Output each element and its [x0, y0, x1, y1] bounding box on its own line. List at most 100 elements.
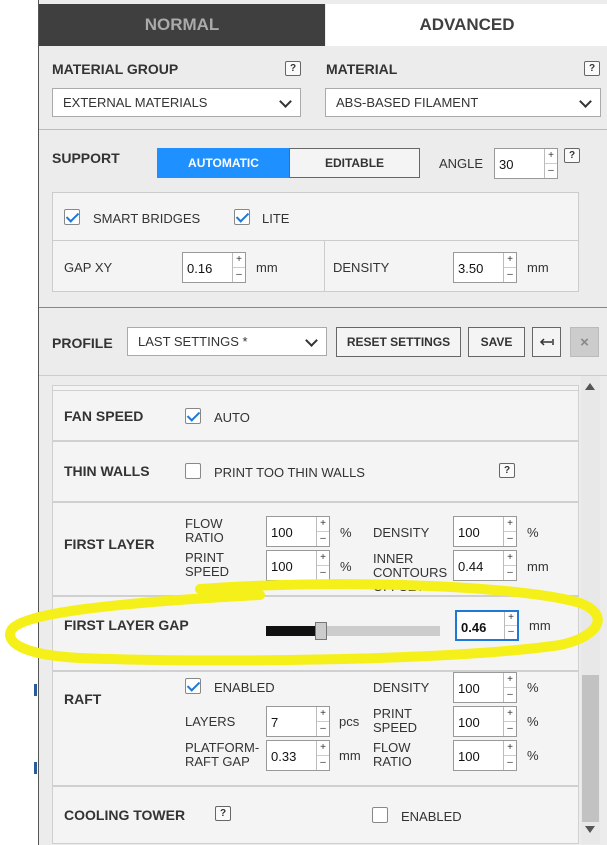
- decrement-icon[interactable]: –: [504, 688, 516, 703]
- flow-ratio-label: FLOW RATIO: [185, 516, 224, 545]
- thin-walls-help-icon[interactable]: ?: [499, 463, 515, 478]
- decrement-icon[interactable]: –: [233, 268, 245, 283]
- support-label: SUPPORT: [52, 150, 120, 166]
- raft-density-label: DENSITY: [373, 680, 430, 695]
- lite-label: LITE: [262, 211, 290, 226]
- first-layer-density-stepper[interactable]: 100 + –: [453, 516, 517, 547]
- material-help-icon[interactable]: ?: [584, 61, 600, 76]
- save-button[interactable]: SAVE: [468, 327, 525, 357]
- density-stepper[interactable]: 3.50 + –: [453, 252, 517, 283]
- increment-icon[interactable]: +: [504, 741, 516, 756]
- chevron-down-icon: [579, 95, 592, 108]
- scroll-down-icon[interactable]: [585, 826, 595, 833]
- increment-icon[interactable]: +: [317, 551, 329, 566]
- raft-density-stepper[interactable]: 100 + –: [453, 672, 517, 703]
- print-speed-unit: %: [340, 559, 352, 574]
- raft-flow-ratio-stepper[interactable]: 100 + –: [453, 740, 517, 771]
- decrement-icon[interactable]: –: [504, 532, 516, 547]
- raft-print-speed-label: PRINT SPEED: [373, 706, 418, 735]
- angle-stepper[interactable]: 30 + –: [494, 148, 558, 179]
- layers-label: LAYERS: [185, 714, 236, 729]
- raft-print-speed-unit: %: [527, 714, 539, 729]
- material-label: MATERIAL: [326, 61, 398, 77]
- decrement-icon[interactable]: –: [545, 164, 557, 179]
- material-group-label: MATERIAL GROUP: [52, 61, 179, 77]
- divider: [39, 129, 607, 130]
- raft-enabled-label: ENABLED: [214, 680, 275, 695]
- raft-density-value: 100: [458, 681, 480, 696]
- cooling-tower-help-icon[interactable]: ?: [215, 806, 231, 821]
- raft-flow-ratio-unit: %: [527, 748, 539, 763]
- increment-icon[interactable]: +: [545, 149, 557, 164]
- layers-value: 7: [271, 715, 279, 730]
- tab-advanced[interactable]: ADVANCED: [326, 4, 607, 46]
- automatic-button[interactable]: AUTOMATIC: [157, 148, 290, 178]
- edge-marker: [34, 762, 37, 774]
- arrow-left-icon: [539, 338, 554, 346]
- export-button[interactable]: [532, 327, 561, 357]
- layers-stepper[interactable]: 7 + –: [266, 706, 330, 737]
- increment-icon[interactable]: +: [233, 253, 245, 268]
- highlight-annotation: [5, 579, 603, 666]
- decrement-icon[interactable]: –: [317, 722, 329, 737]
- chevron-down-icon[interactable]: [305, 334, 318, 347]
- increment-icon[interactable]: +: [317, 741, 329, 756]
- platform-raft-gap-stepper[interactable]: 0.33 + –: [266, 740, 330, 771]
- decrement-icon[interactable]: –: [504, 722, 516, 737]
- raft-print-speed-stepper[interactable]: 100 + –: [453, 706, 517, 737]
- left-margin: [0, 0, 38, 845]
- thin-walls-checkbox[interactable]: [185, 463, 201, 479]
- decrement-icon[interactable]: –: [317, 532, 329, 547]
- increment-icon[interactable]: +: [317, 517, 329, 532]
- flow-ratio-value: 100: [271, 525, 293, 540]
- settings-panel: NORMAL ADVANCED MATERIAL GROUP ? EXTERNA…: [38, 0, 607, 845]
- increment-icon[interactable]: +: [504, 253, 516, 268]
- cooling-enabled-checkbox[interactable]: [372, 807, 388, 823]
- divider: [39, 307, 607, 308]
- scrollbar-thumb[interactable]: [582, 675, 599, 822]
- cooling-enabled-label: ENABLED: [401, 809, 462, 824]
- angle-label: ANGLE: [439, 156, 484, 171]
- decrement-icon[interactable]: –: [504, 756, 516, 771]
- material-group-select[interactable]: EXTERNAL MATERIALS: [52, 88, 301, 117]
- first-layer-density-label: DENSITY: [373, 525, 430, 540]
- gap-xy-stepper[interactable]: 0.16 + –: [182, 252, 246, 283]
- editable-button[interactable]: EDITABLE: [289, 148, 420, 178]
- flow-ratio-stepper[interactable]: 100 + –: [266, 516, 330, 547]
- material-select[interactable]: ABS-BASED FILAMENT: [325, 88, 601, 117]
- first-layer-label: FIRST LAYER: [64, 536, 155, 552]
- density-label: DENSITY: [333, 260, 390, 275]
- profile-value: LAST SETTINGS *: [138, 334, 248, 349]
- divider: [52, 240, 579, 241]
- close-button[interactable]: ×: [570, 327, 599, 357]
- inner-contours-offset-value: 0.44: [458, 559, 484, 574]
- increment-icon[interactable]: +: [317, 707, 329, 722]
- tab-normal[interactable]: NORMAL: [39, 4, 325, 46]
- density-value: 3.50: [458, 261, 484, 276]
- gap-xy-value: 0.16: [187, 261, 213, 276]
- lite-checkbox[interactable]: [234, 209, 250, 225]
- raft-enabled-checkbox[interactable]: [185, 678, 201, 694]
- density-unit: mm: [527, 260, 549, 275]
- decrement-icon[interactable]: –: [317, 756, 329, 771]
- increment-icon[interactable]: +: [504, 517, 516, 532]
- reset-settings-button[interactable]: RESET SETTINGS: [336, 327, 461, 357]
- platform-raft-gap-unit: mm: [339, 748, 361, 763]
- gap-xy-unit: mm: [256, 260, 278, 275]
- angle-value: 30: [499, 157, 514, 172]
- increment-icon[interactable]: +: [504, 707, 516, 722]
- fan-auto-checkbox[interactable]: [185, 408, 201, 424]
- increment-icon[interactable]: +: [504, 673, 516, 688]
- increment-icon[interactable]: +: [504, 551, 516, 566]
- platform-raft-gap-label: PLATFORM-RAFT GAP: [185, 740, 260, 769]
- profile-select[interactable]: LAST SETTINGS *: [127, 327, 327, 356]
- print-speed-value: 100: [271, 559, 293, 574]
- decrement-icon[interactable]: –: [504, 268, 516, 283]
- material-group-help-icon[interactable]: ?: [285, 61, 301, 76]
- smart-bridges-checkbox[interactable]: [64, 209, 80, 225]
- support-help-icon[interactable]: ?: [564, 148, 580, 163]
- material-value: ABS-BASED FILAMENT: [336, 95, 479, 110]
- raft-flow-ratio-label: FLOW RATIO: [373, 740, 412, 769]
- scroll-up-icon[interactable]: [585, 383, 595, 390]
- raft-density-unit: %: [527, 680, 539, 695]
